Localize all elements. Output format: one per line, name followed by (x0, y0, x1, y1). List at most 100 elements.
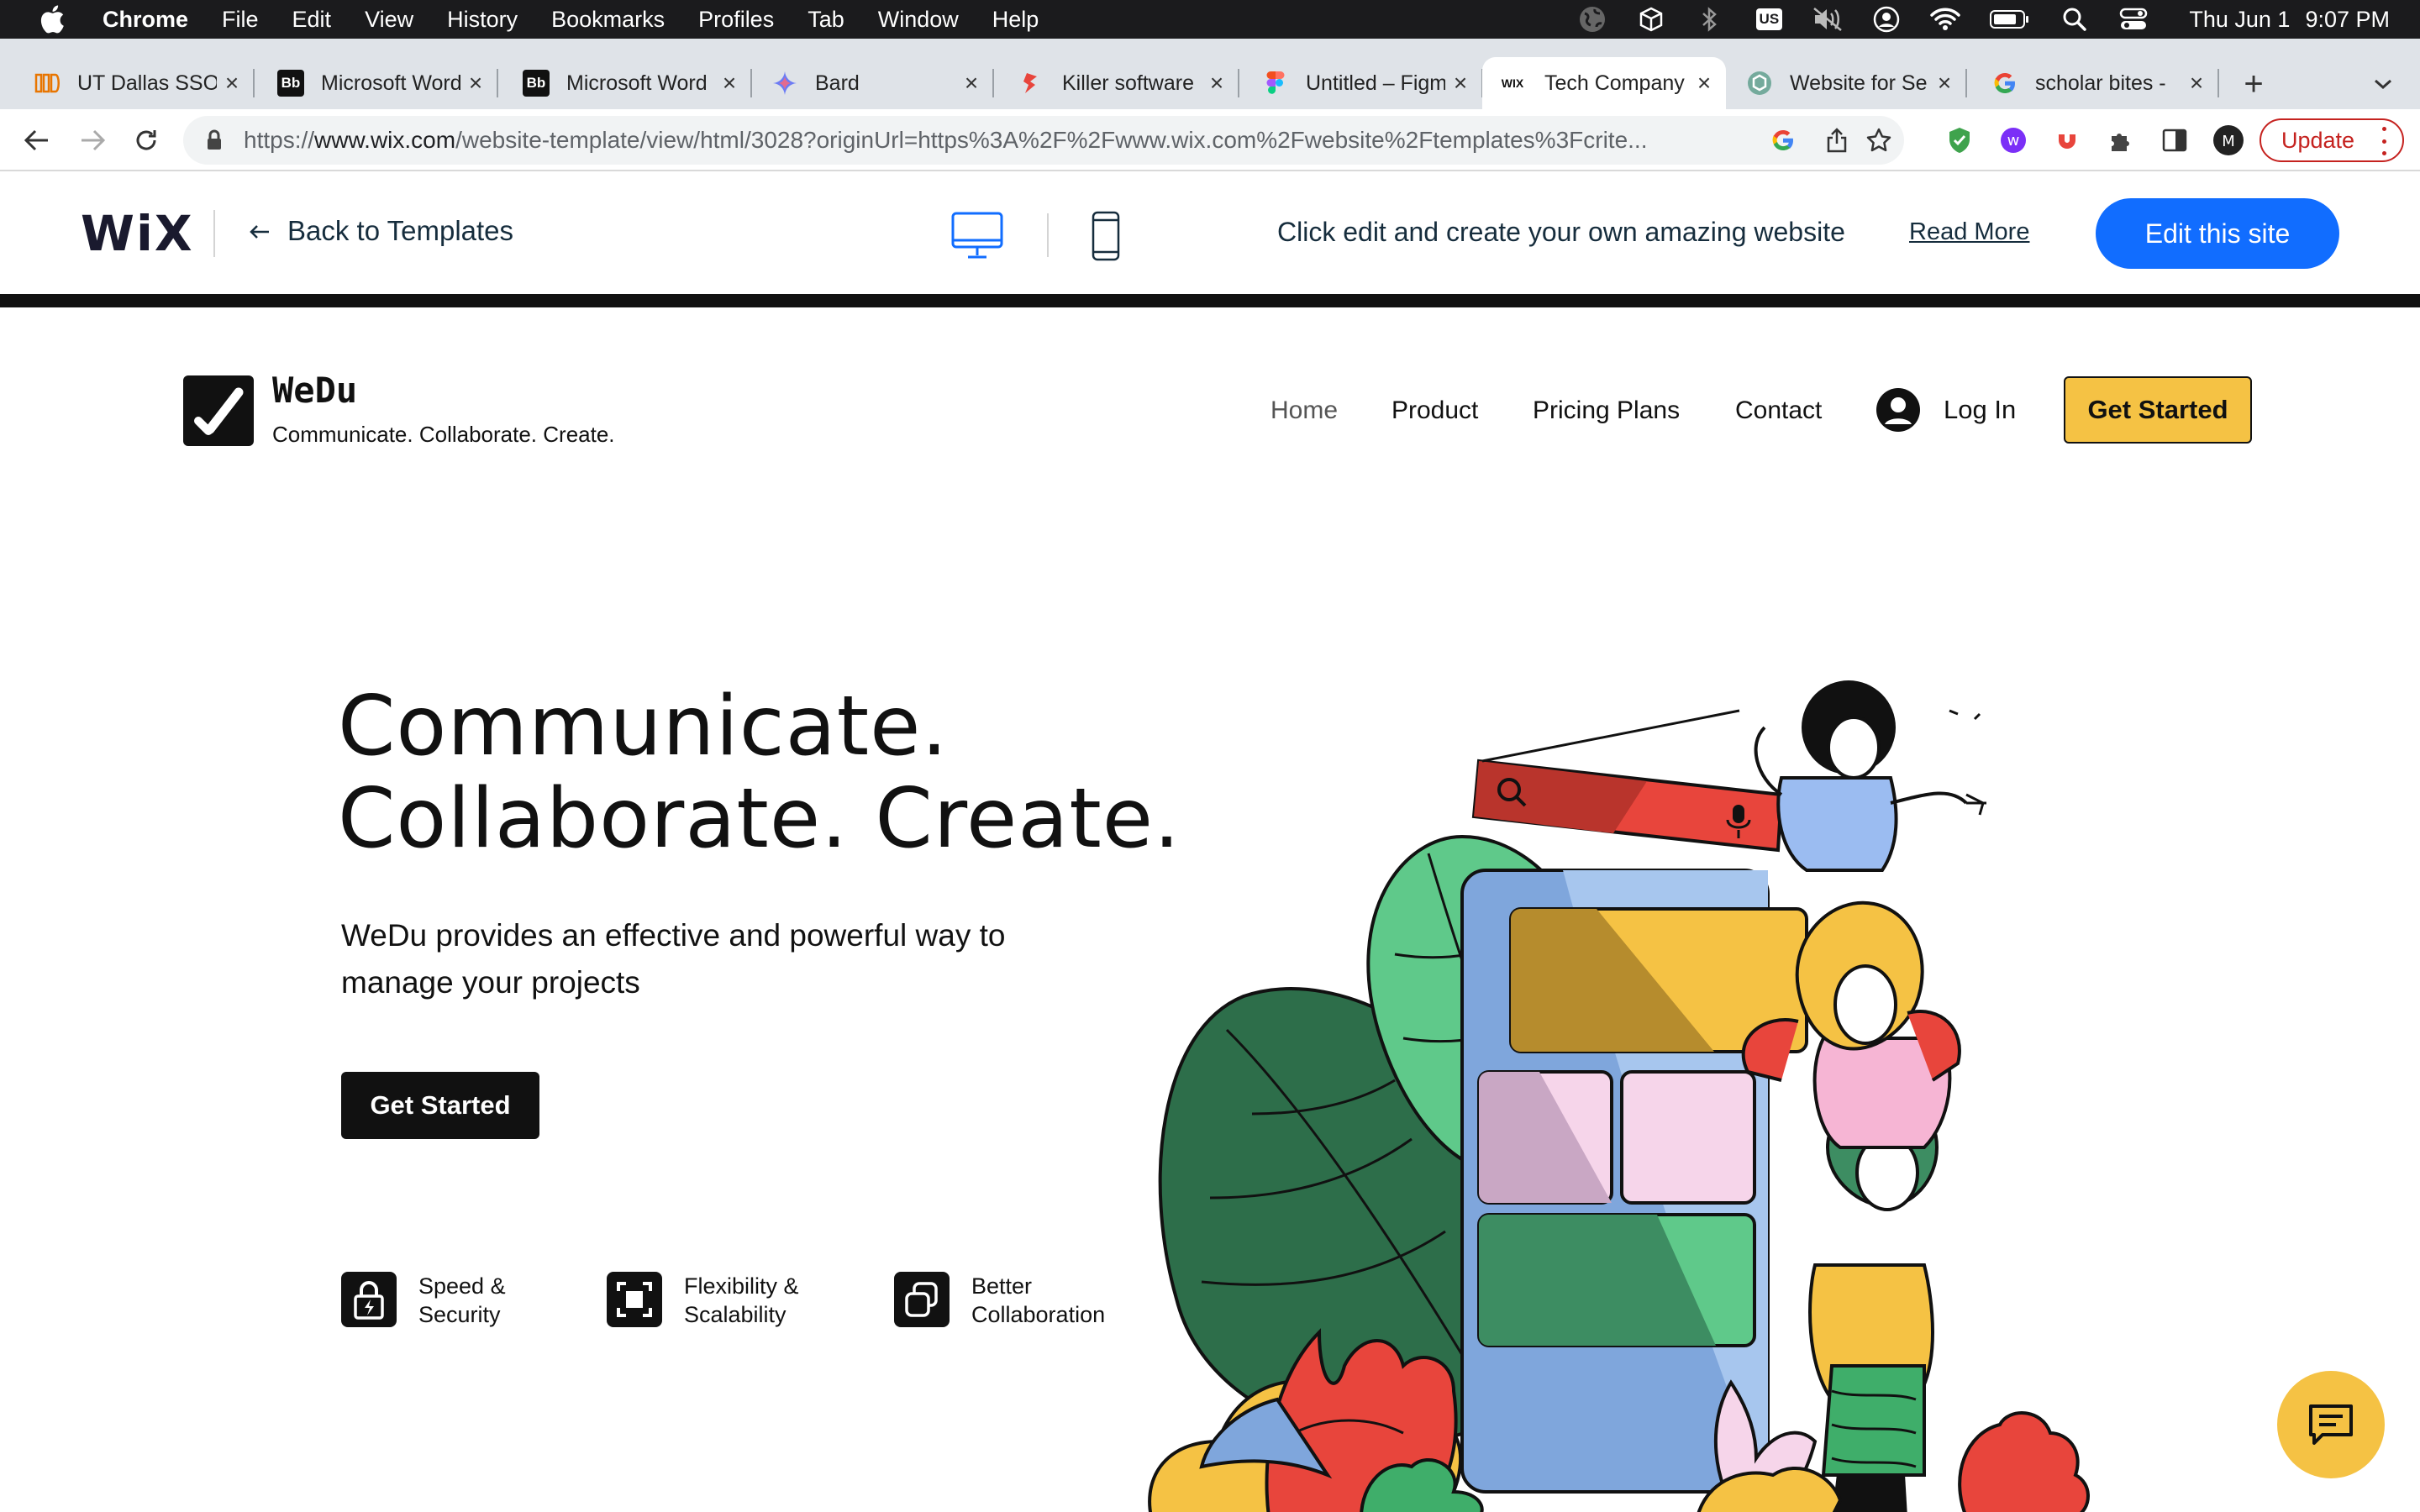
read-more-link[interactable]: Read More (1909, 218, 2029, 246)
bluetooth-icon[interactable] (1695, 4, 1725, 34)
chevron-down-icon[interactable] (2366, 67, 2400, 101)
menu-help[interactable]: Help (992, 7, 1039, 33)
tab-microsoft-word-2[interactable]: Bb Microsoft Word × (508, 57, 752, 109)
control-center-icon[interactable] (2118, 4, 2149, 34)
tab-title: scholar bites - (2035, 71, 2166, 95)
hero-illustration (1148, 680, 2090, 1512)
wifi-icon[interactable] (1930, 4, 1961, 34)
address-bar[interactable]: https://www.wix.com/website-template/vie… (183, 116, 1904, 165)
tab-close-icon[interactable]: × (1202, 68, 1232, 98)
forward-arrow-icon[interactable] (76, 123, 109, 157)
chat-icon[interactable] (2277, 1371, 2385, 1478)
tab-ut-dallas-sso[interactable]: UT Dallas SSO × (18, 57, 255, 109)
menu-history[interactable]: History (447, 7, 518, 33)
spotlight-icon[interactable] (2060, 4, 2090, 34)
tab-close-icon[interactable]: × (1445, 68, 1476, 98)
box-icon[interactable] (1636, 4, 1666, 34)
hero-title-line-1: Communicate. (338, 679, 949, 774)
url-scheme: https:// (244, 127, 315, 153)
menu-file[interactable]: File (222, 7, 259, 33)
menubar-clock[interactable]: Thu Jun 1 9:07 PM (2189, 7, 2390, 33)
login-link[interactable]: Log In (1944, 395, 2016, 425)
menu-bookmarks[interactable]: Bookmarks (551, 7, 665, 33)
feature-flexibility-scalability: Flexibility & Scalability (607, 1272, 869, 1329)
google-lens-icon[interactable] (1768, 125, 1798, 155)
tab-website-for[interactable]: Website for Se × (1731, 57, 1967, 109)
tab-close-icon[interactable]: × (714, 68, 744, 98)
puzzle-extensions-icon[interactable] (2104, 123, 2138, 157)
edit-this-site-button[interactable]: Edit this site (2096, 198, 2339, 269)
hero-get-started-button[interactable]: Get Started (341, 1072, 539, 1139)
nav-contact[interactable]: Contact (1735, 396, 1822, 425)
site-preview: WeDu Communicate. Collaborate. Create. H… (0, 307, 2420, 1512)
reload-icon[interactable] (129, 123, 163, 157)
google-icon (1991, 70, 2018, 97)
menu-profiles[interactable]: Profiles (698, 7, 774, 33)
magnet-extension-icon[interactable] (2050, 123, 2084, 157)
flag-icon (1018, 70, 1045, 97)
tab-separator (2217, 69, 2219, 97)
nav-get-started-button[interactable]: Get Started (2064, 376, 2252, 444)
clock-time: 9:07 PM (2305, 6, 2390, 32)
brand-name[interactable]: WeDu (272, 370, 357, 411)
header-divider (213, 210, 215, 257)
share-icon[interactable] (1822, 125, 1852, 155)
update-label: Update (2281, 127, 2355, 153)
user-avatar-icon[interactable] (1876, 387, 1921, 433)
menu-tab[interactable]: Tab (808, 7, 844, 33)
keyboard-us-icon[interactable]: US (1754, 4, 1784, 34)
lock-icon[interactable] (202, 128, 227, 153)
feature-better-collaboration: Better Collaboration (894, 1272, 1156, 1329)
tab-close-icon[interactable]: × (956, 68, 986, 98)
openai-icon (1746, 70, 1773, 97)
tab-separator (253, 69, 255, 97)
svg-text:w: w (2007, 132, 2020, 150)
kebab-menu-icon (2379, 127, 2389, 155)
tab-tech-company[interactable]: WIX Tech Company × (1482, 57, 1726, 109)
tab-microsoft-word-1[interactable]: Bb Microsoft Word × (262, 57, 498, 109)
menu-edit[interactable]: Edit (292, 7, 332, 33)
wix-icon: WIX (1501, 76, 1524, 90)
url-host: www.wix.com (314, 127, 456, 153)
tab-bard[interactable]: Bard × (756, 57, 994, 109)
mobile-view-icon[interactable] (1091, 210, 1121, 262)
menu-app-chrome[interactable]: Chrome (103, 7, 188, 33)
wix-logo[interactable]: WiX (81, 205, 194, 262)
tab-separator (497, 69, 498, 97)
tab-close-icon[interactable]: × (1929, 68, 1960, 98)
profile-avatar-icon[interactable]: M (2212, 123, 2245, 157)
back-arrow-icon[interactable] (20, 123, 54, 157)
apple-icon[interactable] (30, 0, 74, 39)
url-text[interactable]: https://www.wix.com/website-template/vie… (244, 127, 1760, 154)
wedu-logo-icon[interactable] (183, 375, 254, 446)
w-extension-icon[interactable]: w (1996, 123, 2030, 157)
desktop-view-icon[interactable] (951, 210, 1003, 260)
tab-close-icon[interactable]: × (2181, 68, 2212, 98)
user-icon[interactable] (1871, 4, 1902, 34)
back-to-templates-label: Back to Templates (287, 215, 514, 246)
battery-icon[interactable] (1989, 4, 2031, 34)
globe-icon[interactable] (1577, 4, 1607, 34)
chrome-update-button[interactable]: Update (2260, 118, 2404, 162)
tab-close-icon[interactable]: × (460, 68, 491, 98)
mute-icon[interactable] (1812, 4, 1843, 34)
tab-close-icon[interactable]: × (1689, 68, 1719, 98)
menu-window[interactable]: Window (878, 7, 959, 33)
hero-title-line-2: Collaborate. Create. (338, 771, 1181, 867)
tab-figma[interactable]: Untitled – Figma × (1247, 57, 1483, 109)
nav-home[interactable]: Home (1270, 396, 1338, 425)
menu-view[interactable]: View (365, 7, 413, 33)
preview-top-border (0, 294, 2420, 307)
tab-close-icon[interactable]: × (217, 68, 247, 98)
tab-scholar-bites[interactable]: scholar bites - × (1976, 57, 2219, 109)
side-panel-icon[interactable] (2158, 123, 2191, 157)
nav-product[interactable]: Product (1392, 396, 1478, 425)
tab-killer-software[interactable]: Killer software × (1003, 57, 1239, 109)
overlap-squares-icon (894, 1272, 950, 1327)
new-tab-icon[interactable]: + (2235, 66, 2272, 102)
bard-icon (771, 70, 798, 97)
bookmark-star-icon[interactable] (1864, 125, 1894, 155)
shield-extension-icon[interactable] (1943, 123, 1976, 157)
nav-pricing-plans[interactable]: Pricing Plans (1533, 396, 1680, 425)
back-to-templates-link[interactable]: Back to Templates (249, 215, 513, 247)
